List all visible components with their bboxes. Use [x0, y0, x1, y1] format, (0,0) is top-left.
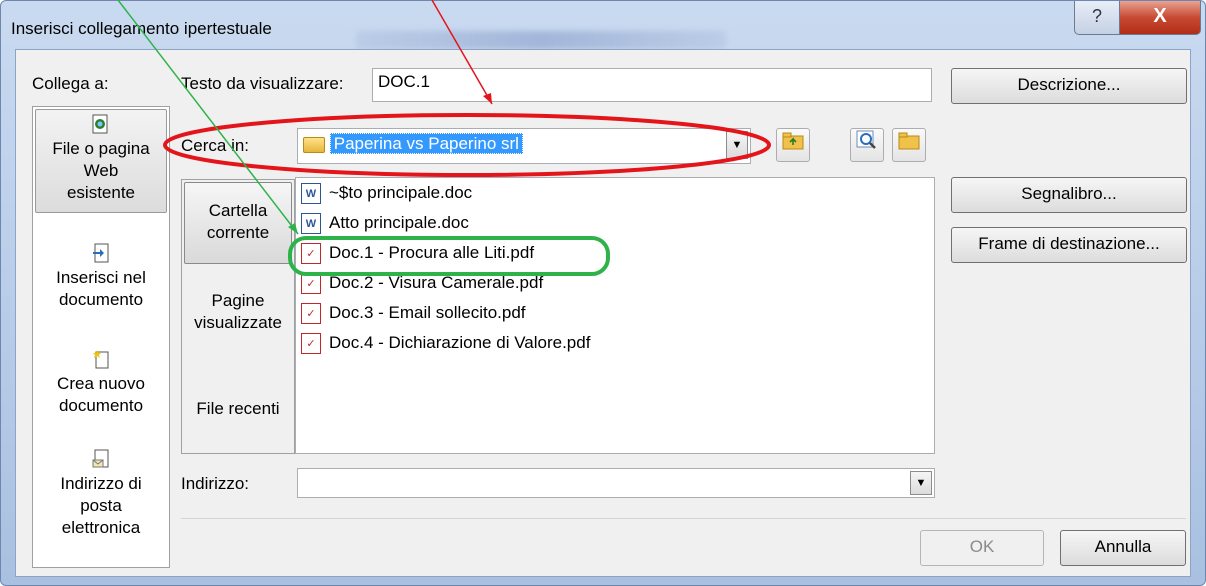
browse-file-button[interactable]	[892, 128, 926, 162]
view-label: Cartella	[208, 201, 268, 220]
link-place-in-document[interactable]: Inserisci nel documento	[35, 243, 167, 323]
dialog-client-area: Collega a: File o pagina Web esistente I…	[15, 49, 1191, 577]
chevron-down-icon[interactable]: ▼	[726, 131, 748, 159]
list-item[interactable]: W Atto principale.doc	[301, 210, 469, 236]
list-item[interactable]: ✓ Doc.2 - Visura Camerale.pdf	[301, 270, 543, 296]
link-item-label: documento	[58, 290, 144, 309]
up-one-folder-button[interactable]	[776, 128, 810, 162]
pdf-file-icon: ✓	[301, 333, 321, 355]
target-frame-button[interactable]: Frame di destinazione...	[951, 227, 1187, 263]
pdf-file-icon: ✓	[301, 273, 321, 295]
view-current-folder[interactable]: Cartella corrente	[184, 182, 292, 264]
link-to-label: Collega a:	[32, 74, 109, 93]
screentip-button[interactable]: Descrizione...	[951, 68, 1187, 104]
link-create-new-document[interactable]: Crea nuovo documento	[35, 349, 167, 429]
look-in-selected-folder: Paperina vs Paperino srl	[329, 133, 523, 154]
chevron-down-icon[interactable]: ▼	[910, 471, 932, 495]
ok-button[interactable]: OK	[920, 530, 1044, 566]
list-item[interactable]: W ~$to principale.doc	[301, 180, 472, 206]
open-folder-icon	[898, 132, 920, 150]
view-label: visualizzate	[194, 313, 282, 332]
file-name: Doc.2 - Visura Camerale.pdf	[329, 273, 544, 292]
bookmark-button[interactable]: Segnalibro...	[951, 177, 1187, 213]
dialog-window: Inserisci collegamento ipertestuale ? X …	[0, 0, 1206, 586]
pdf-file-icon: ✓	[301, 243, 321, 265]
folder-up-icon	[782, 132, 804, 150]
browse-web-icon	[856, 130, 876, 149]
dialog-title: Inserisci collegamento ipertestuale	[11, 19, 272, 38]
title-bar: Inserisci collegamento ipertestuale ? X	[1, 1, 1205, 49]
link-item-label: Web	[83, 161, 119, 180]
close-button[interactable]: X	[1119, 1, 1201, 35]
pdf-file-icon: ✓	[301, 303, 321, 325]
help-button[interactable]: ?	[1074, 1, 1120, 35]
link-item-label: posta	[80, 496, 122, 515]
look-in-combobox[interactable]: Paperina vs Paperino srl ▼	[297, 128, 751, 164]
view-selector: Cartella corrente Pagine visualizzate Fi…	[181, 179, 295, 454]
folder-icon	[303, 136, 325, 153]
list-item[interactable]: ✓ Doc.3 - Email sollecito.pdf	[301, 300, 526, 326]
file-list[interactable]: W ~$to principale.doc W Atto principale.do…	[295, 177, 935, 454]
file-name: ~$to principale.doc	[329, 183, 473, 202]
link-to-bar: File o pagina Web esistente Inserisci ne…	[32, 106, 170, 568]
text-to-display-label: Testo da visualizzare:	[181, 74, 344, 93]
text-to-display-input[interactable]: DOC.1	[372, 68, 932, 102]
view-recent-files[interactable]: File recenti	[184, 398, 292, 428]
link-item-label: Inserisci nel	[56, 268, 146, 287]
word-document-icon: W	[301, 183, 321, 205]
browse-web-button[interactable]	[850, 128, 884, 162]
address-input[interactable]: ▼	[297, 468, 935, 498]
view-label: corrente	[206, 223, 270, 242]
cancel-button[interactable]: Annulla	[1060, 530, 1186, 566]
link-item-label: File o pagina	[52, 139, 150, 158]
view-browsed-pages[interactable]: Pagine visualizzate	[184, 290, 292, 350]
link-email-address[interactable]: Indirizzo di posta elettronica	[35, 449, 167, 553]
list-item[interactable]: ✓ Doc.4 - Dichiarazione di Valore.pdf	[301, 330, 590, 356]
list-item[interactable]: ✓ Doc.1 - Procura alle Liti.pdf	[301, 240, 534, 266]
link-item-label: elettronica	[61, 518, 141, 537]
link-existing-file-or-web-page[interactable]: File o pagina Web esistente	[35, 109, 167, 213]
view-label: Pagine	[211, 291, 265, 310]
email-address-icon	[91, 449, 111, 471]
look-in-label: Cerca in:	[181, 136, 250, 155]
link-item-label: documento	[58, 396, 144, 415]
link-item-label: Indirizzo di	[60, 474, 142, 493]
file-name: Doc.3 - Email sollecito.pdf	[329, 303, 526, 322]
link-item-label: esistente	[66, 183, 136, 202]
file-name: Doc.4 - Dichiarazione di Valore.pdf	[329, 333, 591, 352]
link-item-label: Crea nuovo	[57, 374, 145, 393]
file-name: Atto principale.doc	[329, 213, 469, 232]
create-new-document-icon	[91, 349, 111, 371]
blurred-title-overlay	[356, 31, 726, 49]
word-document-icon: W	[301, 213, 321, 235]
address-label: Indirizzo:	[181, 474, 250, 493]
existing-file-icon	[91, 114, 111, 136]
file-name: Doc.1 - Procura alle Liti.pdf	[329, 243, 535, 262]
separator-line	[181, 518, 1186, 519]
place-in-document-icon	[91, 243, 111, 265]
